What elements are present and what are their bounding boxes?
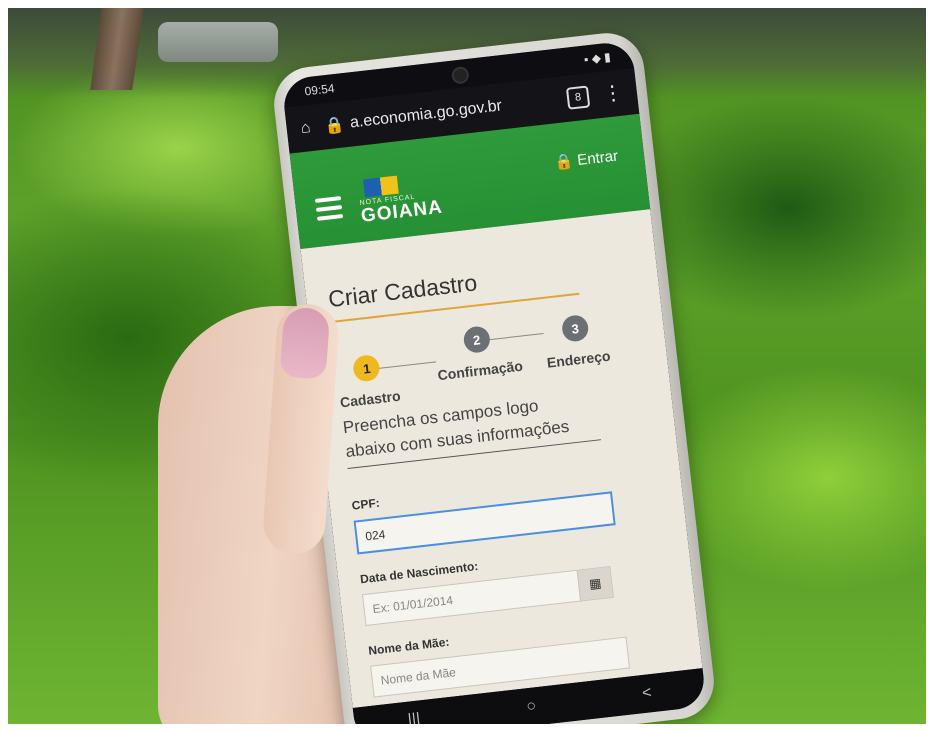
registration-page: Criar Cadastro 1 Cadastro 2 Confirmação … (300, 209, 703, 709)
step-2-label: Confirmação (436, 357, 524, 384)
login-link[interactable]: 🔒 Entrar (554, 147, 619, 172)
step-1-number: 1 (352, 353, 382, 383)
lock-icon: 🔒 (553, 152, 575, 172)
step-2: 2 Confirmação (433, 322, 524, 383)
cpf-value: 024 (364, 527, 387, 544)
home-icon[interactable]: ⌂ (300, 119, 312, 138)
parked-car (158, 22, 278, 62)
recent-apps-button[interactable]: ||| (407, 710, 421, 724)
more-menu-icon[interactable]: ⋮ (602, 82, 624, 106)
photo-background: 09:54 ▪ ◆ ▮ ⌂ 🔒 a.economia.go.gov.br 8 ⋮ (8, 8, 926, 724)
smartphone: 09:54 ▪ ◆ ▮ ⌂ 🔒 a.economia.go.gov.br 8 ⋮ (270, 29, 718, 724)
thumbnail-painted (279, 306, 331, 380)
calendar-icon[interactable]: ▦ (576, 567, 613, 601)
tabs-button[interactable]: 8 (565, 85, 591, 110)
status-time: 09:54 (303, 81, 336, 99)
birth-date-placeholder: Ex: 01/01/2014 (371, 593, 454, 617)
url-text: a.economia.go.gov.br (349, 97, 503, 132)
step-1: 1 Cadastro (335, 352, 402, 411)
step-3: 3 Endereço (542, 312, 611, 371)
lock-icon: 🔒 (323, 116, 346, 136)
nota-fiscal-goiana-logo[interactable]: NOTA FISCAL GOIANA (357, 171, 444, 228)
home-button[interactable]: ○ (525, 697, 537, 716)
step-1-label: Cadastro (339, 387, 402, 411)
login-label: Entrar (576, 147, 619, 169)
phone-screen: 09:54 ▪ ◆ ▮ ⌂ 🔒 a.economia.go.gov.br 8 ⋮ (281, 40, 707, 724)
back-button[interactable]: < (641, 684, 652, 703)
status-icons: ▪ ◆ ▮ (583, 49, 612, 67)
hamburger-menu-icon[interactable] (314, 196, 344, 226)
logo-flag-icon (362, 175, 399, 198)
step-2-number: 2 (462, 325, 492, 355)
step-3-number: 3 (560, 314, 590, 343)
step-indicator: 1 Cadastro 2 Confirmação 3 Endereço (333, 308, 647, 412)
step-3-label: Endereço (546, 347, 612, 371)
